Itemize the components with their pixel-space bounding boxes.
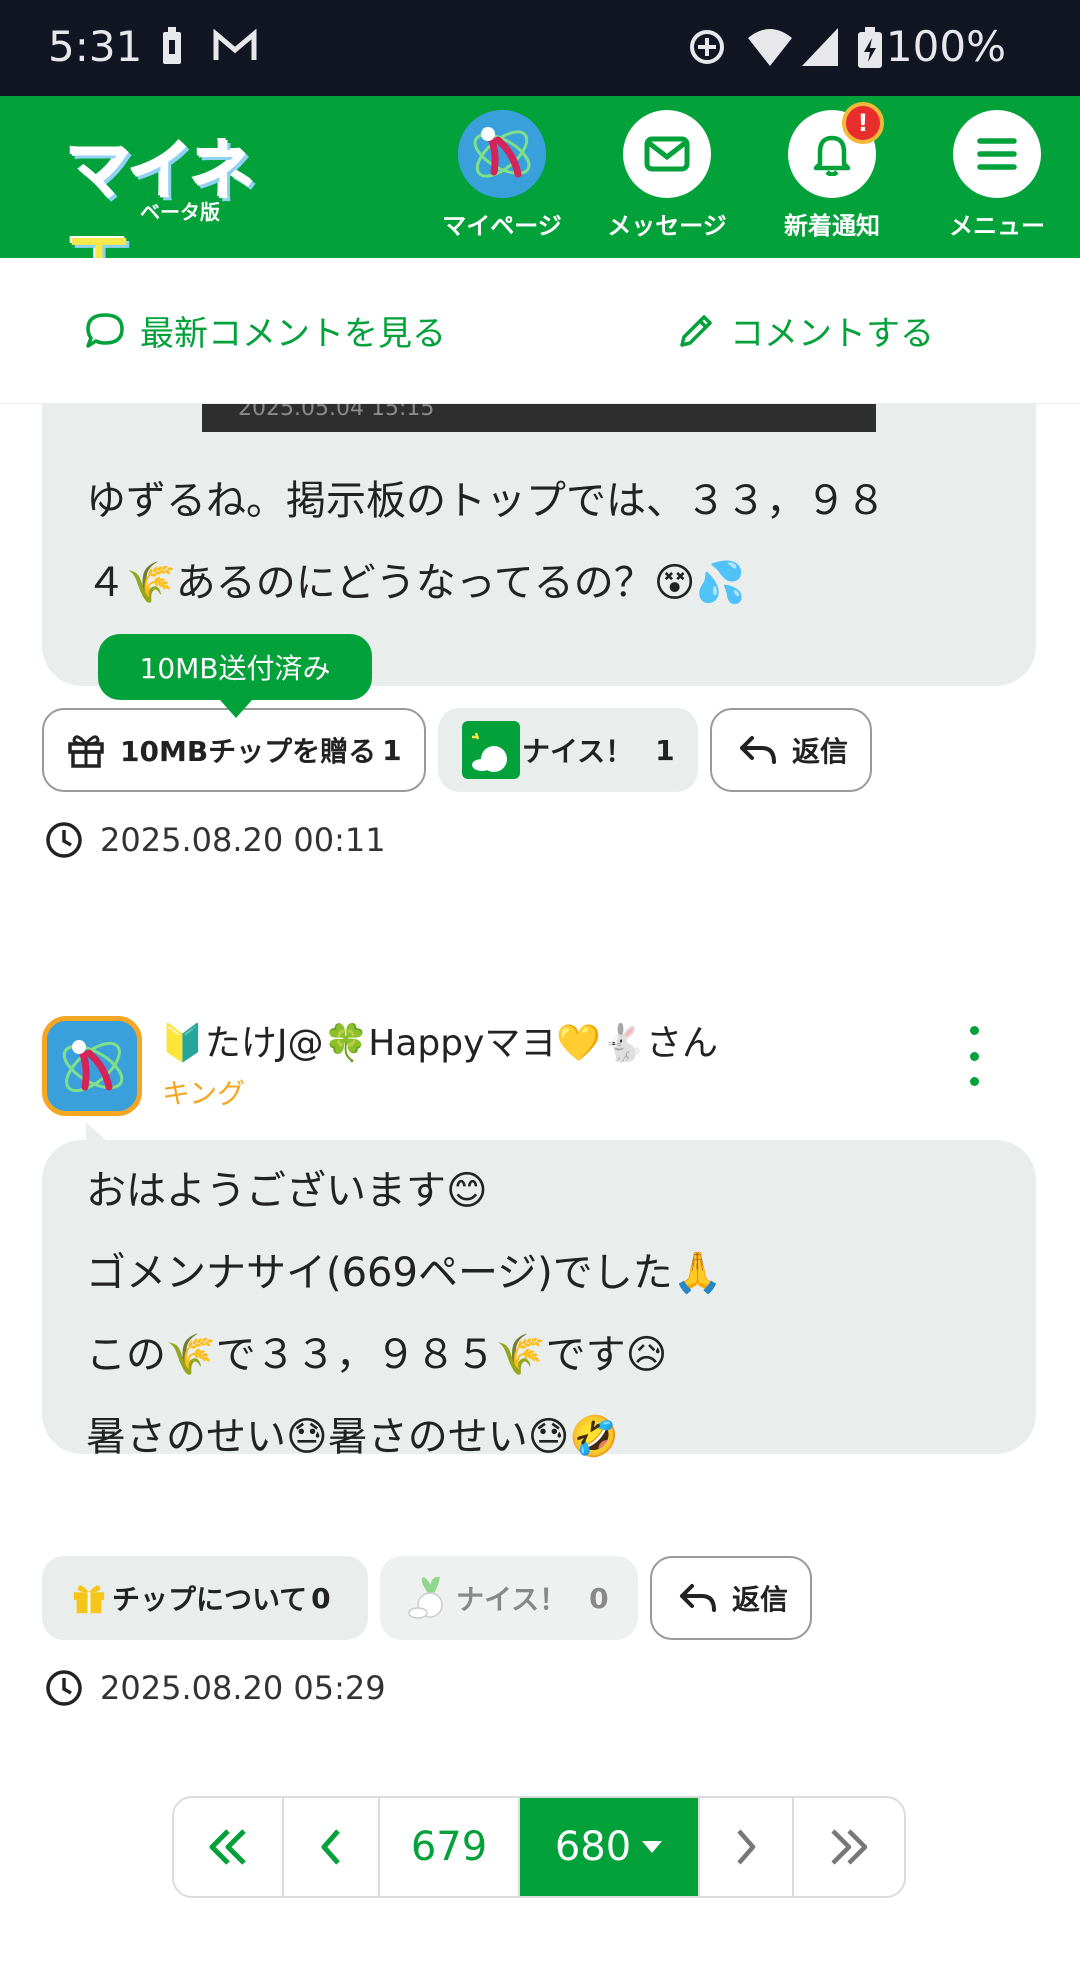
site-logo[interactable]: マイネ王 ベータ版 xyxy=(66,118,306,306)
comment-action-bar: 最新コメントを見る コメントする xyxy=(0,258,1080,404)
comment-bubble: おはようございます😊 ゴメンナサイ(669ページ)でした🙏 この🌾で３３，９８５… xyxy=(42,1140,1036,1460)
battery-percent: 100% xyxy=(885,22,1006,71)
status-time: 5:31 xyxy=(48,22,143,71)
gift-icon xyxy=(73,1585,105,1614)
latest-comments-link[interactable]: 最新コメントを見る xyxy=(84,306,446,355)
caret-down-icon xyxy=(642,1841,663,1853)
write-comment-label: コメントする xyxy=(730,314,934,354)
nav-menu[interactable]: メニュー xyxy=(922,110,1072,250)
reply-label: 返信 xyxy=(792,735,849,768)
user-avatar[interactable] xyxy=(42,1016,142,1116)
nice-rabbit-icon xyxy=(462,721,520,779)
last-page-button[interactable] xyxy=(794,1798,904,1896)
notification-badge: ! xyxy=(842,102,884,144)
nav-label: マイページ xyxy=(442,212,562,240)
data-saver-icon xyxy=(686,26,728,72)
nice-button[interactable]: ナイス！ 1 xyxy=(438,708,698,792)
nice-label: ナイス！ xyxy=(522,735,634,768)
username[interactable]: 🔰たけJ@🍀Happyマヨ💛🐇さん xyxy=(160,1014,718,1066)
timestamp-text: 2025.08.20 00:11 xyxy=(100,821,386,859)
current-page-number: 680 xyxy=(554,1824,632,1870)
attached-image[interactable]: 2025.05.04 15:15 xyxy=(202,404,876,432)
more-options-icon[interactable] xyxy=(966,1026,982,1086)
nice-button[interactable]: ナイス！ 0 xyxy=(380,1556,638,1640)
nav-label: メッセージ xyxy=(607,212,727,240)
gift-icon xyxy=(68,735,104,768)
timestamp-text: 2025.08.20 05:29 xyxy=(100,1669,386,1707)
pagination: 679 680 xyxy=(172,1796,906,1898)
nav-label: 新着通知 xyxy=(784,212,880,240)
nice-count: 0 xyxy=(589,1581,609,1615)
page-button[interactable]: 679 xyxy=(380,1798,520,1896)
double-chevron-right-icon xyxy=(831,1829,868,1865)
reply-button[interactable]: 返信 xyxy=(710,708,872,792)
comment-line: 暑さのせい😓暑さのせい😓🤣 xyxy=(86,1414,620,1460)
comment-line: おはようございます😊 xyxy=(86,1168,488,1214)
write-comment-link[interactable]: コメントする xyxy=(676,306,934,355)
comment-list[interactable]: 2025.05.04 15:15 ゆずるね。掲示板のトップでは、３３，９８ ４🌾… xyxy=(0,404,1080,1974)
nav-label: メニュー xyxy=(949,212,1045,240)
tip-button-label: 10MBチップを贈る xyxy=(120,735,377,768)
comment-timestamp: 2025.08.20 05:29 xyxy=(44,1668,386,1708)
reply-icon xyxy=(680,1584,716,1612)
chevron-right-icon xyxy=(737,1829,756,1865)
battery-saver-icon xyxy=(160,26,184,70)
tip-info-button[interactable]: チップについて 0 xyxy=(42,1556,368,1640)
image-caption: 2025.05.04 15:15 xyxy=(238,404,435,421)
nav-notifications[interactable]: ! 新着通知 xyxy=(757,102,907,250)
site-header: マイネ王 ベータ版 マイページ メッセージ ! 新着通知 メニュー xyxy=(0,96,1080,306)
tip-count: 0 xyxy=(311,1581,331,1615)
wifi-icon xyxy=(746,26,794,72)
status-bar: 5:31 100% xyxy=(0,0,1080,96)
nice-label: ナイス！ xyxy=(456,1583,568,1616)
double-chevron-left-icon xyxy=(209,1829,246,1865)
clock-icon xyxy=(46,1670,82,1706)
tip-count: 1 xyxy=(382,733,402,767)
pencil-icon xyxy=(680,314,712,347)
nav-messages[interactable]: メッセージ xyxy=(592,110,742,250)
nice-rabbit-icon xyxy=(408,1576,443,1619)
comment-line: ゴメンナサイ(669ページ)でした🙏 xyxy=(86,1250,723,1296)
signal-icon xyxy=(800,26,840,72)
bell-icon: ! xyxy=(788,102,884,198)
nice-count: 1 xyxy=(655,733,675,767)
current-page-select[interactable]: 680 xyxy=(520,1798,700,1896)
tip-sent-tooltip: 10MB送付済み xyxy=(98,634,372,718)
logo-subtitle: ベータ版 xyxy=(140,200,220,224)
tip-button[interactable]: 10MBチップを贈る 1 xyxy=(42,708,426,792)
chevron-left-icon xyxy=(321,1829,340,1865)
mail-icon xyxy=(623,110,711,198)
reply-label: 返信 xyxy=(732,1583,789,1616)
gmail-icon xyxy=(212,26,258,70)
nav-mypage[interactable]: マイページ xyxy=(427,110,577,250)
next-page-button[interactable] xyxy=(700,1798,794,1896)
tip-info-label: チップについて xyxy=(112,1583,308,1616)
latest-comments-label: 最新コメントを見る xyxy=(140,314,446,354)
comment-line: ゆずるね。掲示板のトップでは、３３，９８ xyxy=(86,478,886,524)
clock-icon xyxy=(46,822,82,858)
reply-button[interactable]: 返信 xyxy=(650,1556,812,1640)
avatar-icon xyxy=(458,110,546,198)
battery-charging-icon xyxy=(856,26,884,74)
comment-line: ４🌾あるのにどうなってるの？😵💦 xyxy=(86,560,746,606)
reply-icon xyxy=(740,736,776,764)
user-rank: キング xyxy=(162,1077,246,1110)
comment-line: この🌾で３３，９８５🌾です😥 xyxy=(86,1332,668,1378)
first-page-button[interactable] xyxy=(174,1798,284,1896)
prev-page-button[interactable] xyxy=(284,1798,380,1896)
speech-bubble-icon xyxy=(86,312,124,348)
comment-timestamp: 2025.08.20 00:11 xyxy=(44,820,386,860)
hamburger-icon xyxy=(953,110,1041,198)
